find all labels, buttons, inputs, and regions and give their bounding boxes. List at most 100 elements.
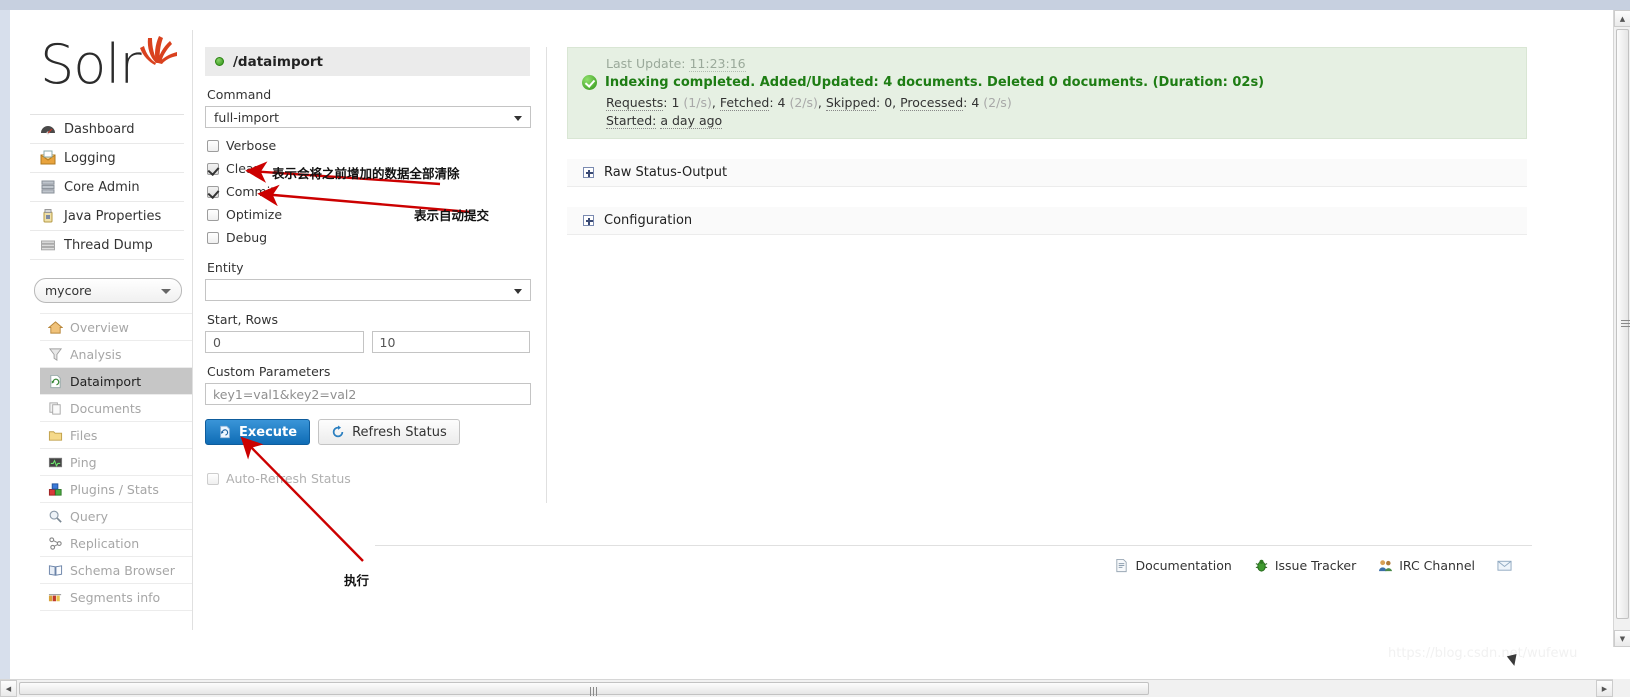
sidebar-item-thread-dump[interactable]: Thread Dump: [30, 231, 184, 260]
sidebar-item-schema-browser[interactable]: Schema Browser: [40, 557, 192, 584]
skipped-value: 0: [884, 95, 893, 110]
fetched-value: 4: [777, 95, 786, 110]
footer-link-mailing-list[interactable]: [1497, 558, 1518, 573]
footer-link-documentation[interactable]: Documentation: [1114, 558, 1232, 573]
sidebar-item-documents[interactable]: Documents: [40, 395, 192, 422]
auto-refresh-label: Auto-Refresh Status: [226, 471, 351, 486]
rows-input[interactable]: 10: [371, 331, 530, 353]
sidebar-item-files[interactable]: Files: [40, 422, 192, 449]
scroll-up-arrow-icon[interactable]: ▲: [1614, 10, 1630, 27]
refresh-status-button[interactable]: Refresh Status: [318, 419, 460, 445]
sidebar-item-overview[interactable]: Overview: [40, 314, 192, 341]
sidebar: Solr Dashboard Logging Core Admin Java P…: [22, 10, 192, 647]
verbose-checkbox[interactable]: [207, 139, 219, 152]
checkbox-row-optimize[interactable]: Optimize: [207, 203, 530, 226]
custom-parameters-placeholder: key1=val1&key2=val2: [213, 386, 357, 402]
scroll-right-arrow-icon[interactable]: ▶: [1596, 680, 1613, 697]
sidebar-item-label: Files: [70, 427, 98, 443]
footer-link-issue-tracker[interactable]: Issue Tracker: [1254, 558, 1356, 573]
entity-label: Entity: [207, 260, 244, 275]
scroll-down-arrow-icon[interactable]: ▼: [1614, 630, 1630, 647]
started-value: a day ago: [660, 113, 723, 129]
sidebar-item-logging[interactable]: Logging: [30, 144, 184, 173]
sidebar-item-dashboard[interactable]: Dashboard: [30, 115, 184, 144]
sidebar-core-nav: Overview Analysis Dataimport Documents F…: [40, 313, 192, 611]
fetched-rate: (2/s): [789, 95, 818, 110]
expand-plus-icon: [583, 167, 594, 178]
documents-icon: [49, 401, 61, 415]
sidebar-item-ping[interactable]: Ping: [40, 449, 192, 476]
sidebar-item-label: Logging: [64, 150, 116, 166]
requests-label: Requests: [606, 95, 664, 111]
sep: :: [769, 95, 778, 110]
chevron-down-icon: [161, 289, 171, 294]
bug-icon: [1255, 559, 1268, 572]
optimize-checkbox[interactable]: [207, 208, 219, 221]
option-checkbox-group: Verbose Clean Commit Optimize Debug: [205, 134, 530, 249]
app-root: Solr Dashboard Logging Core Admin Java P…: [0, 0, 1630, 697]
start-input-value: 0: [213, 334, 221, 350]
vertical-scrollbar[interactable]: ▲ ▼: [1613, 10, 1630, 647]
checkbox-row-commit[interactable]: Commit: [207, 180, 530, 203]
commit-checkbox[interactable]: [207, 185, 219, 198]
scrollbar-corner: [1613, 679, 1630, 697]
core-selector[interactable]: mycore: [34, 278, 182, 303]
start-rows-label: Start, Rows: [207, 312, 278, 327]
checkbox-row-debug[interactable]: Debug: [207, 226, 530, 249]
auto-refresh-checkbox[interactable]: [207, 472, 219, 485]
sidebar-item-segments-info[interactable]: Segments info: [40, 584, 192, 611]
entity-select[interactable]: [205, 279, 531, 301]
main-content: /dataimport Command full-import Verbose …: [192, 30, 1532, 630]
sidebar-item-label: Plugins / Stats: [70, 481, 159, 497]
debug-checkbox[interactable]: [207, 231, 219, 244]
sidebar-item-plugins-stats[interactable]: Plugins / Stats: [40, 476, 192, 503]
sidebar-item-core-admin[interactable]: Core Admin: [30, 173, 184, 202]
custom-parameters-input[interactable]: key1=val1&key2=val2: [205, 383, 531, 405]
dataimport-icon: [50, 374, 61, 388]
replication-icon: [49, 536, 62, 550]
solr-logo[interactable]: Solr: [40, 32, 180, 98]
auto-refresh-status-row[interactable]: Auto-Refresh Status: [207, 471, 530, 486]
refresh-status-button-label: Refresh Status: [352, 424, 447, 440]
checkbox-label: Debug: [226, 230, 268, 245]
checkbox-label: Optimize: [226, 207, 283, 222]
home-icon: [48, 320, 63, 334]
vertical-scrollbar-thumb[interactable]: [1616, 29, 1630, 619]
sidebar-item-query[interactable]: Query: [40, 503, 192, 530]
scroll-left-arrow-icon[interactable]: ◀: [0, 680, 17, 697]
requests-value: 1: [671, 95, 680, 110]
checkbox-row-verbose[interactable]: Verbose: [207, 134, 530, 157]
horizontal-scrollbar-thumb[interactable]: [19, 682, 1149, 696]
plugins-icon: [48, 482, 62, 496]
thread-dump-icon: [41, 240, 55, 251]
section-raw-status-output[interactable]: Raw Status-Output: [567, 159, 1527, 187]
last-update-row: Last Update: 11:23:16: [582, 56, 1512, 72]
sidebar-item-label: Java Properties: [64, 208, 162, 224]
sidebar-item-replication[interactable]: Replication: [40, 530, 192, 557]
magnifier-icon: [49, 510, 62, 523]
scrollbar-grip-icon: [590, 687, 599, 696]
footer-link-irc-channel[interactable]: IRC Channel: [1378, 558, 1475, 573]
section-configuration[interactable]: Configuration: [567, 207, 1527, 235]
horizontal-scrollbar[interactable]: ◀ ▶: [0, 679, 1630, 697]
segments-icon: [48, 593, 62, 601]
sidebar-item-analysis[interactable]: Analysis: [40, 341, 192, 368]
success-check-icon: [582, 75, 597, 90]
people-icon: [1379, 560, 1393, 572]
start-input[interactable]: 0: [205, 331, 364, 353]
sidebar-item-label: Segments info: [70, 589, 161, 605]
clean-checkbox[interactable]: [207, 162, 219, 175]
sidebar-item-dataimport[interactable]: Dataimport: [40, 368, 192, 395]
logging-icon: [40, 150, 56, 165]
footer-link-label: Documentation: [1135, 558, 1232, 573]
command-select[interactable]: full-import: [205, 106, 531, 128]
checkbox-row-clean[interactable]: Clean: [207, 157, 530, 180]
last-update-label: Last Update:: [606, 56, 686, 71]
started-label: Started:: [606, 113, 657, 129]
execute-button[interactable]: Execute: [205, 419, 311, 445]
execute-button-label: Execute: [239, 424, 298, 440]
sidebar-item-java-properties[interactable]: Java Properties: [30, 202, 184, 231]
footer-links: Documentation Issue Tracker IRC Channel: [375, 546, 1532, 573]
core-admin-icon: [41, 180, 55, 194]
start-rows-inputs: 0 10: [205, 331, 530, 353]
